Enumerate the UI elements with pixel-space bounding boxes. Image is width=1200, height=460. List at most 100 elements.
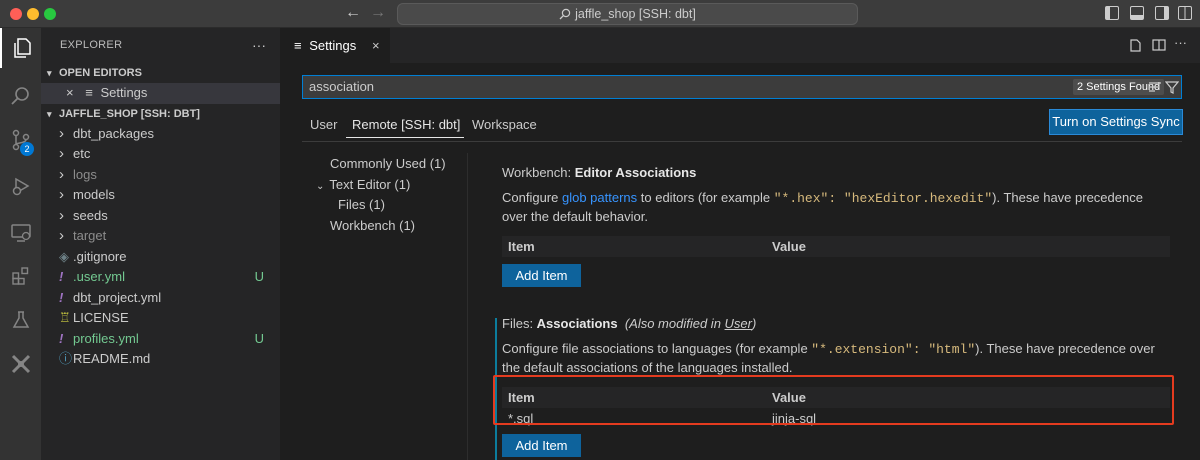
chevron-right-icon: › xyxy=(59,165,64,183)
open-editor-settings[interactable]: × ≡ Settings xyxy=(41,83,280,104)
tab-remote[interactable]: Remote [SSH: dbt] xyxy=(352,117,460,132)
title-bar: ← → jaffle_shop [SSH: dbt] xyxy=(0,0,1200,28)
window-title: jaffle_shop [SSH: dbt] xyxy=(575,7,696,21)
file-tree-label: logs xyxy=(73,166,97,182)
minimize-window-button[interactable] xyxy=(27,8,39,20)
yaml-file-icon: ! xyxy=(59,269,64,284)
forward-arrow-icon[interactable]: → xyxy=(370,4,386,22)
tab-user[interactable]: User xyxy=(310,117,337,132)
more-actions-icon[interactable]: ··· xyxy=(1174,35,1187,50)
glob-patterns-link[interactable]: glob patterns xyxy=(562,190,637,205)
file-tree-label: README.md xyxy=(73,351,151,366)
git-status-badge: U xyxy=(254,330,264,346)
file-tree-item[interactable]: › etc xyxy=(41,144,280,165)
close-tab-icon[interactable]: × xyxy=(372,28,380,63)
settings-toc: Commonly Used (1) ⌄ Text Editor (1) Files… xyxy=(316,154,446,237)
file-tree: › dbt_packages › etc › logs › models › seeds › targ… xyxy=(41,124,280,370)
file-tree-item[interactable]: ! profiles.yml U xyxy=(41,329,280,350)
close-icon[interactable]: × xyxy=(66,85,74,100)
setting-title: Workbench: Editor Associations xyxy=(502,165,697,180)
info-file-icon: ⓘ xyxy=(59,351,73,366)
run-debug-icon[interactable] xyxy=(0,166,41,206)
search-icon xyxy=(559,8,571,20)
chevron-right-icon: › xyxy=(59,227,64,244)
split-editor-icon[interactable] xyxy=(1152,38,1166,55)
search-icon[interactable] xyxy=(0,76,41,116)
explorer-icon[interactable] xyxy=(0,28,41,68)
toc-commonly-used[interactable]: Commonly Used (1) xyxy=(330,154,446,175)
zoom-window-button[interactable] xyxy=(44,8,56,20)
add-item-button[interactable]: Add Item xyxy=(502,264,581,287)
file-tree-item[interactable]: ! .user.yml U xyxy=(41,267,280,288)
user-scope-link[interactable]: User xyxy=(725,316,752,331)
file-tree-item[interactable]: › models xyxy=(41,185,280,206)
toggle-secondary-sidebar-icon[interactable] xyxy=(1155,6,1169,20)
setting-editor-associations: Workbench: Editor Associations Configure… xyxy=(502,165,1170,287)
settings-tab-icon: ≡ xyxy=(294,38,302,53)
settings-search-input[interactable]: association 2 Settings Found xyxy=(302,75,1182,99)
command-center-search[interactable]: jaffle_shop [SSH: dbt] xyxy=(397,3,858,25)
customize-layout-icon[interactable] xyxy=(1178,6,1192,20)
workspace-section[interactable]: ▾ JAFFLE_SHOP [SSH: DBT] xyxy=(41,104,280,124)
settings-sync-button[interactable]: Turn on Settings Sync xyxy=(1049,109,1183,135)
testing-icon[interactable] xyxy=(0,300,41,340)
highlight-box xyxy=(493,375,1174,425)
file-tree-label: .user.yml xyxy=(73,269,126,284)
file-tree-label: etc xyxy=(73,146,91,161)
git-status-badge: U xyxy=(254,269,264,284)
dbt-icon[interactable] xyxy=(0,344,41,384)
file-tree-label: LICENSE xyxy=(73,310,129,325)
file-tree-label: models xyxy=(73,187,115,202)
file-tree-item[interactable]: › dbt_packages xyxy=(41,124,280,145)
yaml-file-icon: ! xyxy=(59,289,64,305)
toggle-panel-icon[interactable] xyxy=(1130,6,1144,20)
file-tree-label: target xyxy=(73,228,107,243)
tab-settings[interactable]: ≡ Settings × xyxy=(280,28,390,63)
associations-table: Item Value xyxy=(502,236,1170,257)
explorer-sidebar: EXPLORER ··· ▾ OPEN EDITORS × ≡ Settings … xyxy=(41,28,280,460)
toc-divider xyxy=(467,153,468,460)
remote-explorer-icon[interactable] xyxy=(0,213,41,253)
file-tree-item[interactable]: ♖ LICENSE xyxy=(41,308,280,329)
filter-icon[interactable] xyxy=(1164,80,1180,97)
file-tree-item[interactable]: › logs xyxy=(41,165,280,186)
license-file-icon: ♖ xyxy=(59,310,71,325)
setting-title: Files: Associations (Also modified in Us… xyxy=(502,316,757,331)
setting-description: Configure glob patterns to editors (for … xyxy=(502,190,1143,224)
source-control-icon[interactable]: 2 xyxy=(0,120,41,160)
file-tree-item[interactable]: › seeds xyxy=(41,206,280,227)
file-tree-item[interactable]: ⓘREADME.md xyxy=(41,349,280,370)
close-window-button[interactable] xyxy=(10,8,22,20)
settings-file-icon: ≡ xyxy=(85,85,93,100)
open-settings-json-icon[interactable] xyxy=(1128,38,1142,55)
toggle-primary-sidebar-icon[interactable] xyxy=(1105,6,1119,20)
toc-files[interactable]: Files (1) xyxy=(338,195,446,216)
file-tree-label: .gitignore xyxy=(73,248,127,264)
file-tree-label: seeds xyxy=(73,207,108,223)
chevron-right-icon: › xyxy=(59,124,64,142)
open-editor-label: Settings xyxy=(100,85,148,100)
file-tree-item[interactable]: ! dbt_project.yml xyxy=(41,288,280,309)
add-item-button[interactable]: Add Item xyxy=(502,434,581,457)
open-editors-section[interactable]: ▾ OPEN EDITORS xyxy=(41,63,280,83)
file-tree-item[interactable]: › target xyxy=(41,226,280,247)
divider xyxy=(302,141,1182,142)
tab-bar: ≡ Settings × ··· xyxy=(280,28,1200,63)
file-tree-item[interactable]: ◈ .gitignore xyxy=(41,247,280,268)
chevron-down-icon: ⌄ xyxy=(316,180,325,192)
more-actions-icon[interactable]: ··· xyxy=(252,37,266,53)
git-file-icon: ◈ xyxy=(59,248,69,264)
setting-description: Configure file associations to languages… xyxy=(502,341,1155,375)
toc-text-editor[interactable]: ⌄ Text Editor (1) xyxy=(316,175,446,196)
clear-filter-icon[interactable] xyxy=(1148,80,1162,97)
active-tab-indicator xyxy=(346,137,464,138)
toc-workbench[interactable]: Workbench (1) xyxy=(330,216,446,237)
chevron-right-icon: › xyxy=(59,206,64,224)
tab-workspace[interactable]: Workspace xyxy=(472,117,537,132)
back-arrow-icon[interactable]: ← xyxy=(345,4,361,22)
extensions-icon[interactable] xyxy=(0,256,41,296)
chevron-right-icon: › xyxy=(59,145,64,162)
modified-note: (Also modified in User) xyxy=(624,316,757,331)
explorer-header: EXPLORER xyxy=(60,39,123,51)
chevron-right-icon: › xyxy=(59,186,64,203)
